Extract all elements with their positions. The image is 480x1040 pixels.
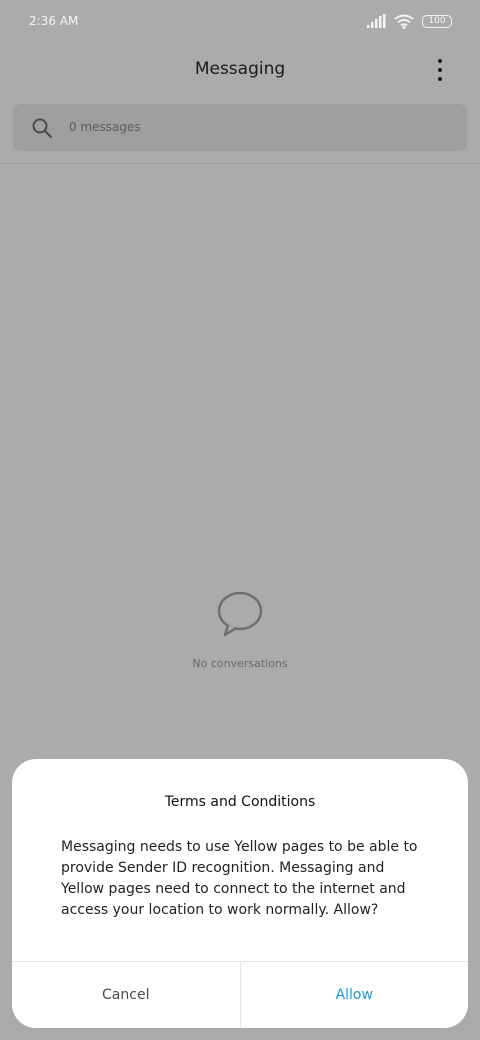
- search-icon: [32, 118, 52, 138]
- more-vertical-icon: [438, 59, 442, 81]
- dialog-message: Messaging needs to use Yellow pages to b…: [61, 839, 418, 918]
- search-placeholder: 0 messages: [69, 120, 141, 134]
- messaging-screen: 2:36 AM 100 Messaging 0 messages No conv…: [0, 0, 480, 1040]
- page-title: Messaging: [194, 59, 286, 79]
- header-divider: [0, 163, 480, 164]
- wifi-icon: [394, 14, 414, 29]
- status-time: 2:36 AM: [29, 14, 79, 28]
- cellular-signal-icon: [367, 14, 386, 28]
- search-input[interactable]: 0 messages: [13, 104, 467, 151]
- dialog-actions: Cancel Allow: [12, 961, 468, 1028]
- app-header: Messaging: [0, 48, 480, 92]
- battery-indicator: 100: [422, 14, 452, 28]
- chat-bubble-icon: [217, 591, 263, 637]
- battery-level: 100: [428, 15, 446, 26]
- more-options-button[interactable]: [428, 56, 452, 84]
- empty-state-label: No conversations: [192, 657, 288, 670]
- terms-dialog: Terms and Conditions Messaging needs to …: [12, 759, 468, 1028]
- allow-button[interactable]: Allow: [240, 962, 468, 1028]
- status-bar: 2:36 AM 100: [0, 0, 480, 44]
- dialog-title: Terms and Conditions: [164, 794, 316, 810]
- status-icons: 100: [367, 12, 452, 30]
- cancel-button[interactable]: Cancel: [12, 962, 241, 1028]
